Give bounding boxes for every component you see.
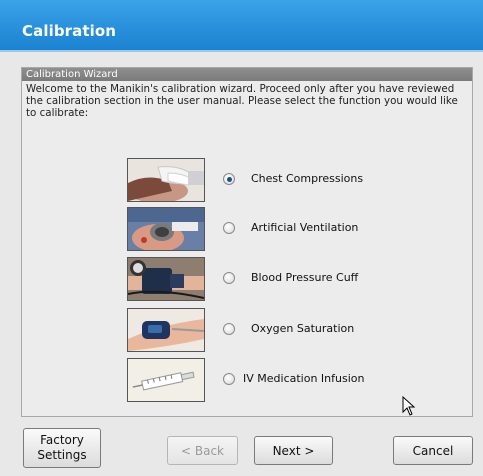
mouse-cursor-icon — [402, 396, 416, 416]
option-blood-pressure-cuff[interactable]: Blood Pressure Cuff — [127, 257, 427, 303]
chest-compressions-radio[interactable] — [223, 173, 235, 185]
option-oxygen-saturation[interactable]: Oxygen Saturation — [127, 308, 427, 354]
factory-settings-button[interactable]: Factory Settings — [23, 428, 101, 468]
next-button-label: Next > — [272, 443, 315, 458]
oxygen-saturation-radio[interactable] — [223, 323, 235, 335]
calibration-wizard-panel: Calibration Wizard Welcome to the Maniki… — [21, 67, 473, 417]
iv-medication-infusion-label[interactable]: IV Medication Infusion — [243, 372, 364, 385]
bp-cuff-photo — [127, 257, 205, 301]
wizard-intro-text: Welcome to the Manikin's calibration wiz… — [26, 83, 458, 119]
option-artificial-ventilation[interactable]: Artificial Ventilation — [127, 207, 427, 253]
factory-settings-line2: Settings — [37, 448, 87, 462]
wizard-header: Calibration Wizard — [22, 68, 472, 81]
title-bar: Calibration — [0, 0, 483, 50]
pulse-oximeter-photo — [127, 308, 205, 352]
cancel-button-label: Cancel — [412, 443, 454, 458]
title-separator — [0, 50, 483, 52]
blood-pressure-cuff-label[interactable]: Blood Pressure Cuff — [251, 271, 358, 284]
ventilation-mask-photo — [127, 207, 205, 251]
oxygen-saturation-label[interactable]: Oxygen Saturation — [251, 322, 354, 335]
artificial-ventilation-radio[interactable] — [223, 222, 235, 234]
blood-pressure-cuff-radio[interactable] — [223, 272, 235, 284]
chest-compression-photo — [127, 158, 205, 202]
back-button-label: < Back — [180, 443, 224, 458]
syringe-photo — [127, 358, 205, 402]
window-title: Calibration — [22, 22, 117, 40]
next-button[interactable]: Next > — [254, 436, 333, 465]
factory-settings-line1: Factory — [40, 433, 84, 447]
artificial-ventilation-label[interactable]: Artificial Ventilation — [251, 221, 358, 234]
option-chest-compressions[interactable]: Chest Compressions — [127, 158, 427, 204]
iv-medication-infusion-radio[interactable] — [223, 373, 235, 385]
option-iv-medication-infusion[interactable]: IV Medication Infusion — [127, 358, 427, 404]
cancel-button[interactable]: Cancel — [393, 436, 473, 465]
chest-compressions-label[interactable]: Chest Compressions — [251, 172, 363, 185]
back-button[interactable]: < Back — [167, 436, 238, 465]
